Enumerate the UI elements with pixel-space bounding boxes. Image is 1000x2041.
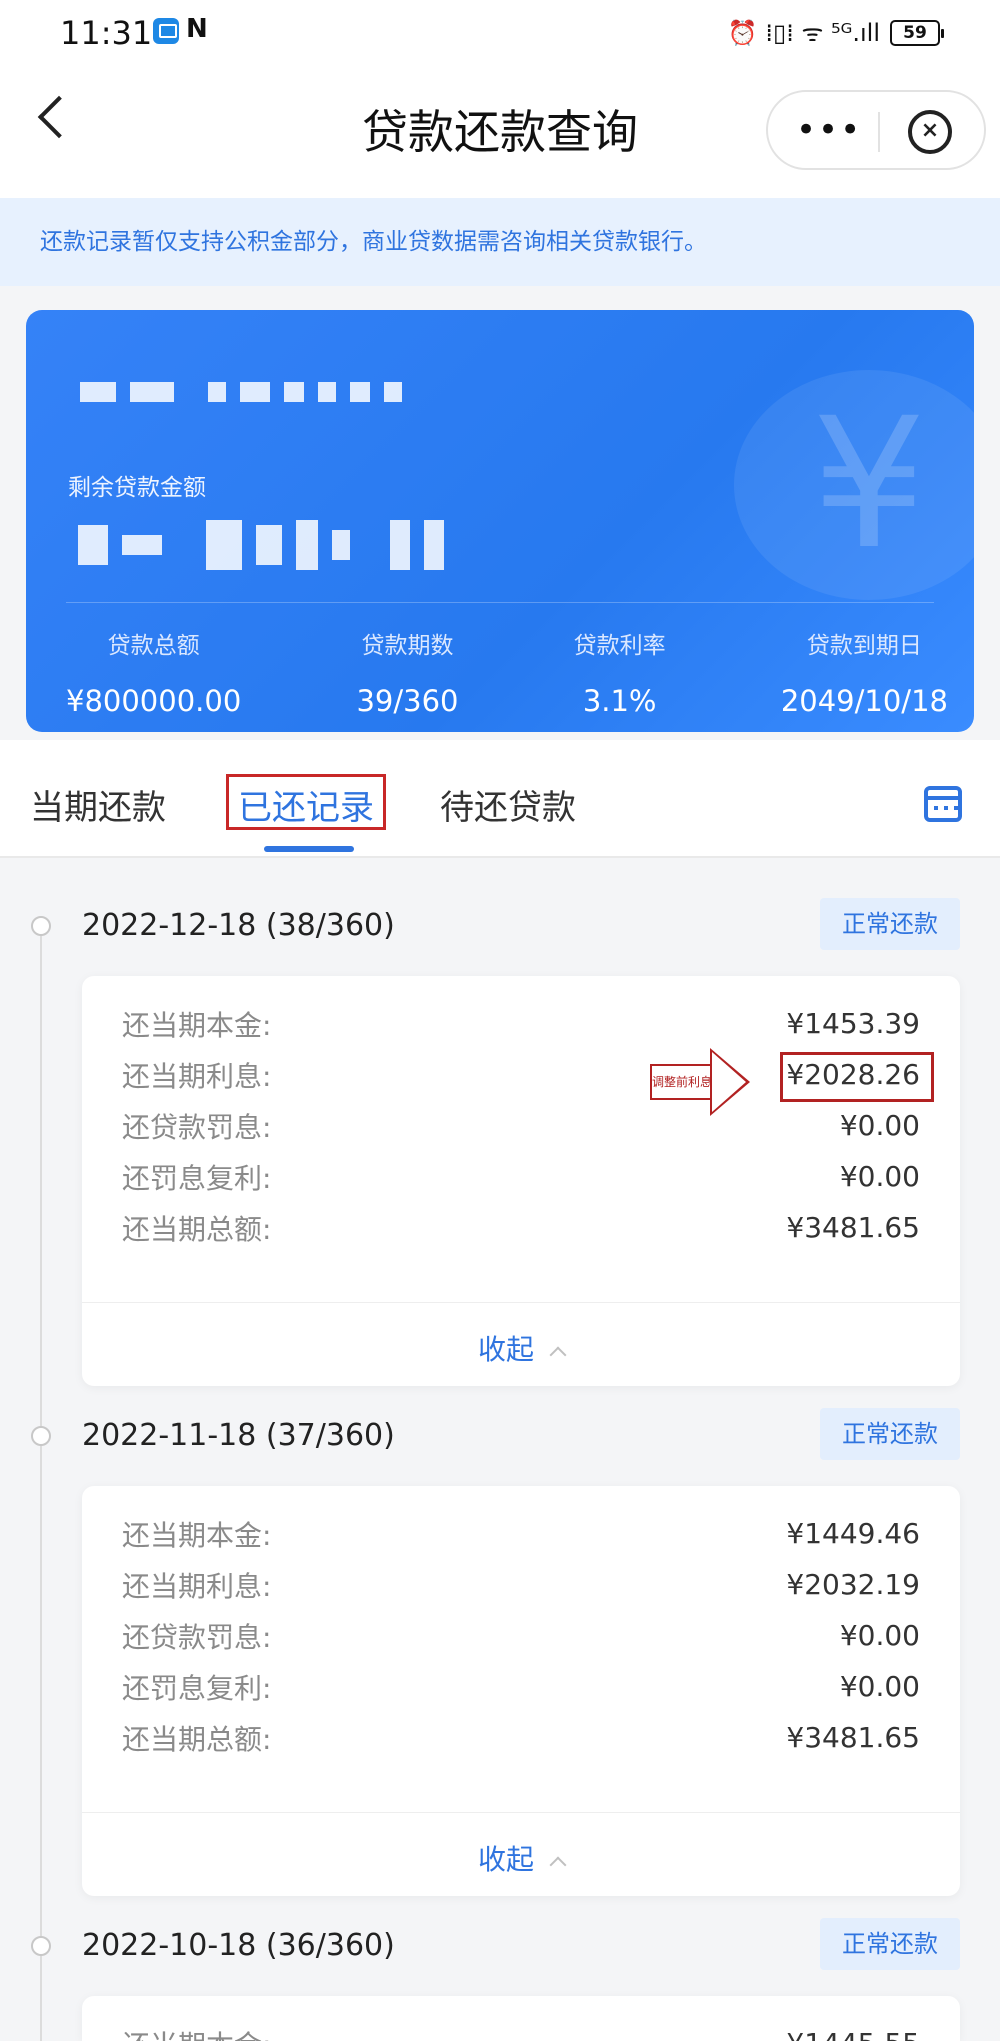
record-card: 还当期本金: ¥1449.46 还当期利息: ¥2032.19 还贷款罚息: ¥0.0… xyxy=(82,1486,960,1896)
battery-icon: 59 xyxy=(890,19,944,46)
annotation-arrow: 调整前利息 xyxy=(650,1048,750,1116)
tab-current-payment[interactable]: 当期还款 xyxy=(30,780,166,829)
row-label: 还贷款罚息: xyxy=(122,1110,272,1144)
row-label: 还当期总额: xyxy=(122,1212,272,1246)
remaining-amount-label: 剩余贷款金额 xyxy=(68,475,206,501)
record-row-principal: 还当期本金: ¥1453.39 xyxy=(122,998,920,1049)
row-label: 还当期本金: xyxy=(122,1008,272,1042)
close-icon[interactable]: × xyxy=(908,110,952,154)
record-header: 2022-11-18 (37/360) 正常还款 xyxy=(0,1404,1000,1464)
stat-due-date: 贷款到期日 2049/10/18 xyxy=(781,626,948,718)
signal-icons: ⏰ ⁞▯⁞ ᯤ ⁵ᴳ.ıll xyxy=(727,19,880,47)
row-value: ¥1453.39 xyxy=(786,1007,920,1040)
row-label: 还当期利息: xyxy=(122,1569,272,1603)
stat-total: 贷款总额 ¥800000.00 xyxy=(66,626,241,718)
row-value: ¥1449.46 xyxy=(786,1517,920,1550)
capsule-divider xyxy=(878,112,880,152)
status-icons: ⏰ ⁞▯⁞ ᯤ ⁵ᴳ.ıll 59 xyxy=(727,16,944,49)
row-label: 还当期本金: xyxy=(122,1518,272,1552)
row-label: 还贷款罚息: xyxy=(122,1620,272,1654)
row-value: ¥0.00 xyxy=(839,1109,920,1142)
record-card: 还当期本金: ¥1445.55 xyxy=(82,1996,960,2041)
row-value: ¥2032.19 xyxy=(786,1568,920,1601)
row-value: ¥0.00 xyxy=(839,1670,920,1703)
record-row-principal: 还当期本金: ¥1449.46 xyxy=(122,1508,920,1559)
app-notification-icon xyxy=(153,18,179,44)
notice-banner: 还款记录暂仅支持公积金部分，商业贷数据需咨询相关贷款银行。 xyxy=(0,198,1000,286)
yen-watermark-icon: ¥ xyxy=(734,370,974,600)
tab-pending-loans[interactable]: 待还贷款 xyxy=(440,780,576,829)
arrow-head-icon xyxy=(710,1048,750,1116)
mini-program-capsule: ••• × xyxy=(766,90,986,170)
row-value: ¥0.00 xyxy=(839,1619,920,1652)
stat-label: 贷款期数 xyxy=(361,633,454,659)
masked-remaining-amount xyxy=(78,520,444,570)
record-header: 2022-10-18 (36/360) 正常还款 xyxy=(0,1914,1000,1974)
row-label: 还当期总额: xyxy=(122,1722,272,1756)
row-value: ¥3481.65 xyxy=(786,1721,920,1754)
collapse-label: 收起 xyxy=(477,1333,534,1366)
record-row-penalty: 还贷款罚息: ¥0.00 xyxy=(122,1100,920,1151)
collapse-button[interactable]: 收起 xyxy=(82,1328,960,1368)
top-bar: 11:31 N ⏰ ⁞▯⁞ ᯤ ⁵ᴳ.ıll 59 贷款还款查询 ••• × xyxy=(0,0,1000,198)
status-bar: 11:31 N ⏰ ⁞▯⁞ ᯤ ⁵ᴳ.ıll 59 xyxy=(0,0,1000,62)
collapse-button[interactable]: 收起 xyxy=(82,1838,960,1878)
record-card: 还当期本金: ¥1453.39 还当期利息: ¥2028.26 还贷款罚息: ¥0.0… xyxy=(82,976,960,1386)
stat-label: 贷款总额 xyxy=(107,633,200,659)
chevron-up-icon xyxy=(549,1346,567,1364)
record-row-principal: 还当期本金: ¥1445.55 xyxy=(122,2018,920,2041)
record-date: 2022-10-18 (36/360) xyxy=(82,1928,395,1963)
stat-value: ¥800000.00 xyxy=(66,684,242,718)
tab-bar: 当期还款 已还记录 待还贷款 xyxy=(0,740,1000,858)
record-row-compound: 还罚息复利: ¥0.00 xyxy=(122,1661,920,1712)
fold-divider xyxy=(82,1812,960,1813)
record-header: 2022-12-18 (38/360) 正常还款 xyxy=(0,894,1000,954)
record-row-penalty: 还贷款罚息: ¥0.00 xyxy=(122,1610,920,1661)
stat-label: 贷款利率 xyxy=(573,633,666,659)
loan-summary-card: ¥ 剩余贷款金额 贷款总额 ¥800000.00 贷款期数 39/360 贷款利… xyxy=(26,310,974,732)
row-label: 还当期本金: xyxy=(122,2024,271,2041)
record-row-total: 还当期总额: ¥3481.65 xyxy=(122,1712,920,1763)
timeline-dot xyxy=(31,1426,51,1446)
loan-stats: 贷款总额 ¥800000.00 贷款期数 39/360 贷款利率 3.1% 贷款… xyxy=(66,626,948,718)
tab-highlight-box xyxy=(226,774,386,830)
stat-value: 39/360 xyxy=(356,684,459,718)
masked-account-number xyxy=(80,382,402,402)
record-date: 2022-12-18 (38/360) xyxy=(82,908,395,943)
row-label: 还罚息复利: xyxy=(122,1671,272,1705)
timeline-dot xyxy=(31,1936,51,1956)
calendar-icon[interactable] xyxy=(924,786,962,822)
fold-divider xyxy=(82,1302,960,1303)
timeline-line xyxy=(40,920,42,2041)
record-row-total: 还当期总额: ¥3481.65 xyxy=(122,1202,920,1253)
nfc-icon: N xyxy=(186,14,208,44)
chevron-up-icon xyxy=(549,1856,567,1874)
annotation-label: 调整前利息 xyxy=(650,1064,712,1100)
card-divider xyxy=(66,602,934,603)
row-label: 还当期利息: xyxy=(122,1059,272,1093)
stat-label: 贷款到期日 xyxy=(806,633,922,659)
record-row-compound: 还罚息复利: ¥0.00 xyxy=(122,1151,920,1202)
active-tab-indicator xyxy=(264,846,354,852)
stat-periods: 贷款期数 39/360 xyxy=(356,626,458,718)
record-row-interest: 还当期利息: ¥2032.19 xyxy=(122,1559,920,1610)
status-badge: 正常还款 xyxy=(820,1408,960,1460)
stat-value: 3.1% xyxy=(582,684,657,718)
row-value: ¥3481.65 xyxy=(786,1211,920,1244)
status-badge: 正常还款 xyxy=(820,898,960,950)
more-icon[interactable]: ••• xyxy=(796,113,862,147)
collapse-label: 收起 xyxy=(477,1843,534,1876)
row-label: 还罚息复利: xyxy=(122,1161,272,1195)
value-highlight-box xyxy=(780,1052,934,1102)
status-badge: 正常还款 xyxy=(820,1918,960,1970)
timeline-dot xyxy=(31,916,51,936)
row-value: ¥1445.55 xyxy=(786,2027,920,2041)
stat-value: 2049/10/18 xyxy=(780,684,948,718)
row-value: ¥0.00 xyxy=(839,1160,920,1193)
status-time: 11:31 xyxy=(60,14,153,52)
record-date: 2022-11-18 (37/360) xyxy=(82,1418,395,1453)
stat-rate: 贷款利率 3.1% xyxy=(574,626,666,718)
